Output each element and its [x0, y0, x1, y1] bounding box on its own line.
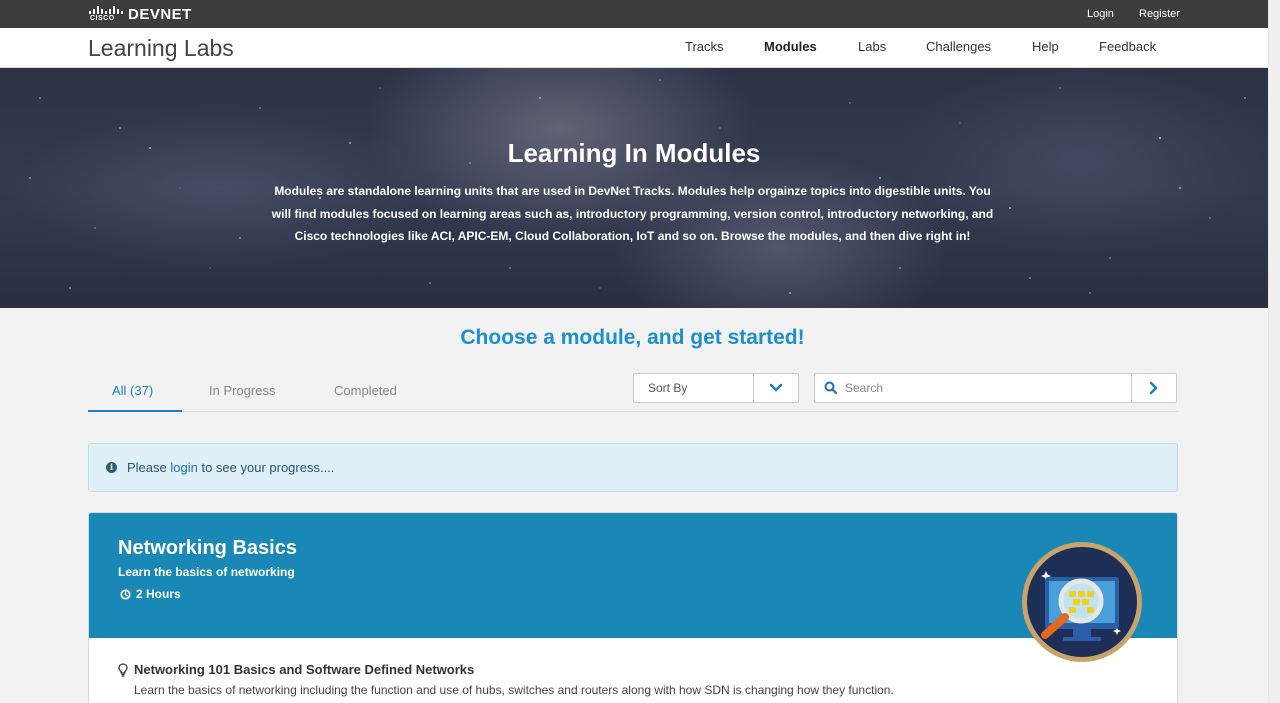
tab-all[interactable]: All (37) [112, 383, 153, 398]
search-icon [824, 381, 838, 395]
page-scrollbar[interactable] [1268, 0, 1280, 703]
sort-by-label: Sort By [648, 381, 688, 395]
register-link[interactable]: Register [1139, 8, 1180, 20]
chevron-down-icon [769, 383, 783, 392]
site-title[interactable]: Learning Labs [88, 35, 234, 62]
sort-by-toggle[interactable] [753, 374, 798, 402]
tab-completed[interactable]: Completed [334, 383, 397, 398]
active-tab-indicator [88, 410, 182, 412]
choose-module-heading: Choose a module, and get started! [460, 326, 805, 349]
alert-prefix: Please [127, 460, 171, 475]
nav-feedback[interactable]: Feedback [1099, 39, 1156, 54]
nav-modules[interactable]: Modules [764, 39, 817, 54]
module-subtitle: Learn the basics of networking [118, 565, 295, 579]
alert-suffix: to see your progress.... [197, 460, 335, 475]
cisco-logo: CISCO [88, 4, 123, 24]
chevron-right-icon [1149, 381, 1158, 395]
login-progress-alert: i Please login to see your progress.... [88, 443, 1178, 492]
login-link[interactable]: Login [1087, 8, 1114, 20]
alert-login-link[interactable]: login [170, 460, 197, 475]
nav-labs[interactable]: Labs [858, 39, 886, 54]
module-badge-magnifier-icon [1022, 542, 1142, 662]
module-card-header: Networking Basics Learn the basics of ne… [89, 513, 1177, 662]
hero-title: Learning In Modules [507, 138, 761, 168]
nav-challenges[interactable]: Challenges [926, 39, 991, 54]
main-nav: Learning Labs Tracks Modules Labs Challe… [0, 28, 1268, 68]
search-box [814, 373, 1177, 403]
devnet-brand[interactable]: CISCO DEVNET [88, 4, 192, 24]
tab-in-progress[interactable]: In Progress [209, 383, 275, 398]
sort-by-dropdown[interactable]: Sort By [633, 373, 799, 403]
nav-tracks[interactable]: Tracks [685, 39, 724, 54]
module-title[interactable]: Networking Basics [118, 537, 297, 560]
alert-text: Please login to see your progress.... [127, 460, 334, 475]
devnet-word: DEVNET [128, 5, 192, 23]
lesson-description: Learn the basics of networking including… [134, 683, 894, 697]
cisco-word: CISCO [90, 15, 115, 22]
info-icon: i [106, 462, 117, 473]
lesson-title[interactable]: Networking 101 Basics and Software Defin… [134, 662, 474, 677]
module-duration: 2 Hours [120, 587, 181, 601]
search-input[interactable] [845, 375, 1130, 401]
hero-banner: Learning In Modules Modules are standalo… [0, 68, 1268, 308]
lightbulb-icon [118, 663, 128, 677]
top-bar: CISCO DEVNET Login Register [0, 0, 1268, 28]
hero-description: Modules are standalone learning units th… [271, 184, 994, 243]
nav-help[interactable]: Help [1032, 39, 1059, 54]
clock-icon [120, 588, 131, 600]
module-duration-text: 2 Hours [136, 587, 181, 601]
search-submit-button[interactable] [1131, 374, 1176, 402]
module-card-networking-basics[interactable]: Networking Basics Learn the basics of ne… [88, 512, 1178, 703]
